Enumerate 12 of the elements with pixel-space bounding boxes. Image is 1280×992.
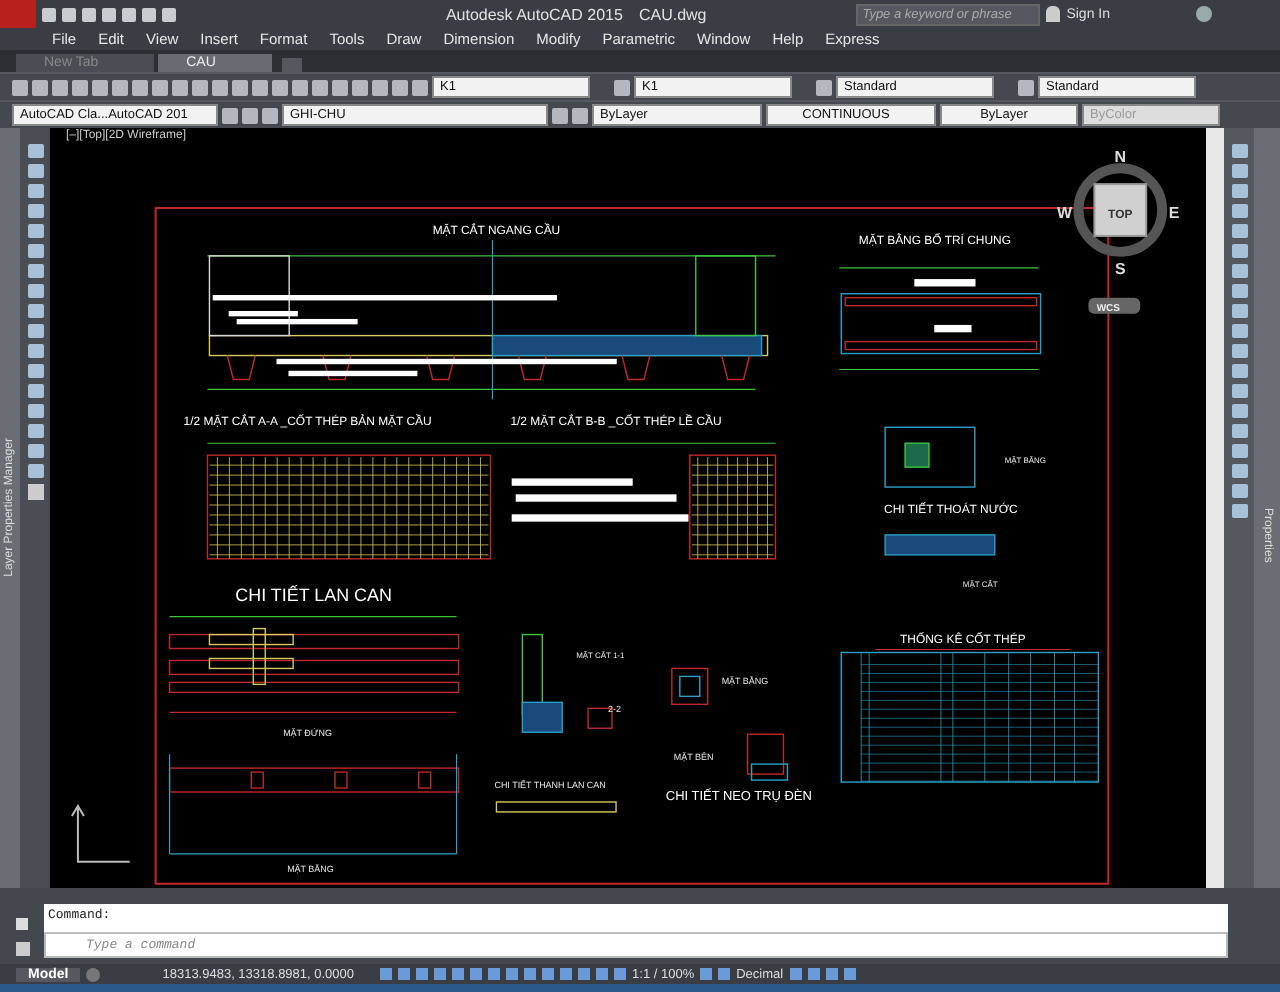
vertical-scrollbar[interactable]	[1206, 128, 1224, 888]
compass-north-label[interactable]: N	[1114, 148, 1127, 167]
compass-west-label[interactable]: W	[1056, 204, 1072, 222]
file-name: CAU.dwg	[638, 5, 707, 23]
app-title: Autodesk AutoCAD 2015	[445, 5, 623, 23]
drawing-title: CHI TIẾT LAN CAN	[235, 584, 392, 605]
wcs-button[interactable]	[1088, 297, 1141, 314]
ucs-axes-icon	[70, 804, 131, 863]
viewcube-face[interactable]	[1093, 183, 1148, 237]
viewcube-ring	[1073, 163, 1168, 257]
compass-east-label[interactable]: E	[1168, 204, 1180, 222]
compass-south-label[interactable]: S	[1114, 259, 1126, 278]
